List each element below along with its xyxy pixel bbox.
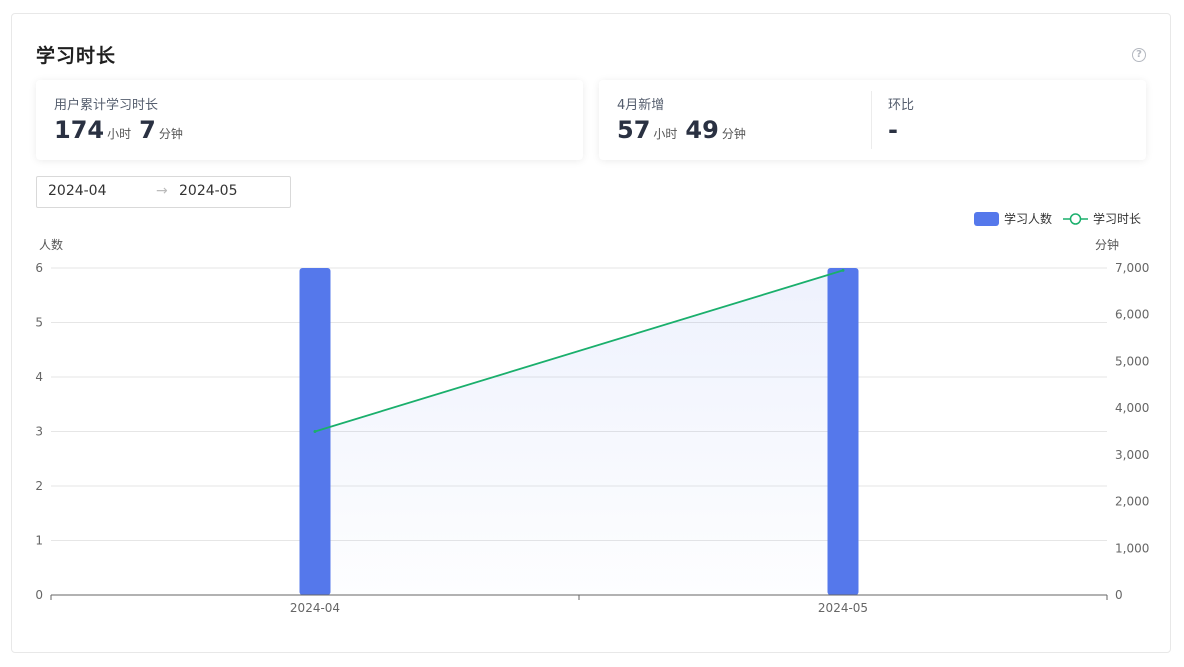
left-axis-label: 人数 xyxy=(39,237,63,252)
x-tick-label: 2024-05 xyxy=(818,601,868,615)
left-tick-label: 6 xyxy=(35,261,43,275)
right-tick-label: 5,000 xyxy=(1115,354,1149,368)
right-tick-label: 3,000 xyxy=(1115,448,1149,462)
right-tick-label: 1,000 xyxy=(1115,541,1149,555)
left-tick-label: 4 xyxy=(35,370,43,384)
legend-bar-swatch[interactable] xyxy=(974,212,999,226)
chart-legend[interactable]: 学习人数 学习时长 xyxy=(974,211,1141,226)
right-axis-label: 分钟 xyxy=(1095,237,1119,252)
bar-2024-05[interactable] xyxy=(827,268,859,595)
line-area-fill xyxy=(315,270,843,595)
left-tick-label: 0 xyxy=(35,588,43,602)
study-chart: 0 1 2 3 4 5 6 0 1,000 2,000 3,000 4,000 5,000 6,000 7,… xyxy=(35,211,1149,615)
right-tick-label: 0 xyxy=(1115,588,1123,602)
line-point-2024-05[interactable] xyxy=(841,268,845,272)
area-layer xyxy=(315,270,843,595)
left-tick-label: 2 xyxy=(35,479,43,493)
left-tick-label: 1 xyxy=(35,534,43,548)
line-point-2024-04[interactable] xyxy=(313,430,317,433)
right-tick-label: 2,000 xyxy=(1115,495,1149,509)
right-tick-label: 4,000 xyxy=(1115,401,1149,415)
left-tick-label: 3 xyxy=(35,425,43,439)
legend-line-marker[interactable] xyxy=(1069,213,1082,225)
x-tick-label: 2024-04 xyxy=(290,601,340,615)
left-tick-label: 5 xyxy=(35,316,43,330)
legend-bar-label[interactable]: 学习人数 xyxy=(1004,211,1052,226)
right-tick-label: 7,000 xyxy=(1115,261,1149,275)
right-tick-label: 6,000 xyxy=(1115,308,1149,322)
legend-line-label[interactable]: 学习时长 xyxy=(1093,211,1141,226)
